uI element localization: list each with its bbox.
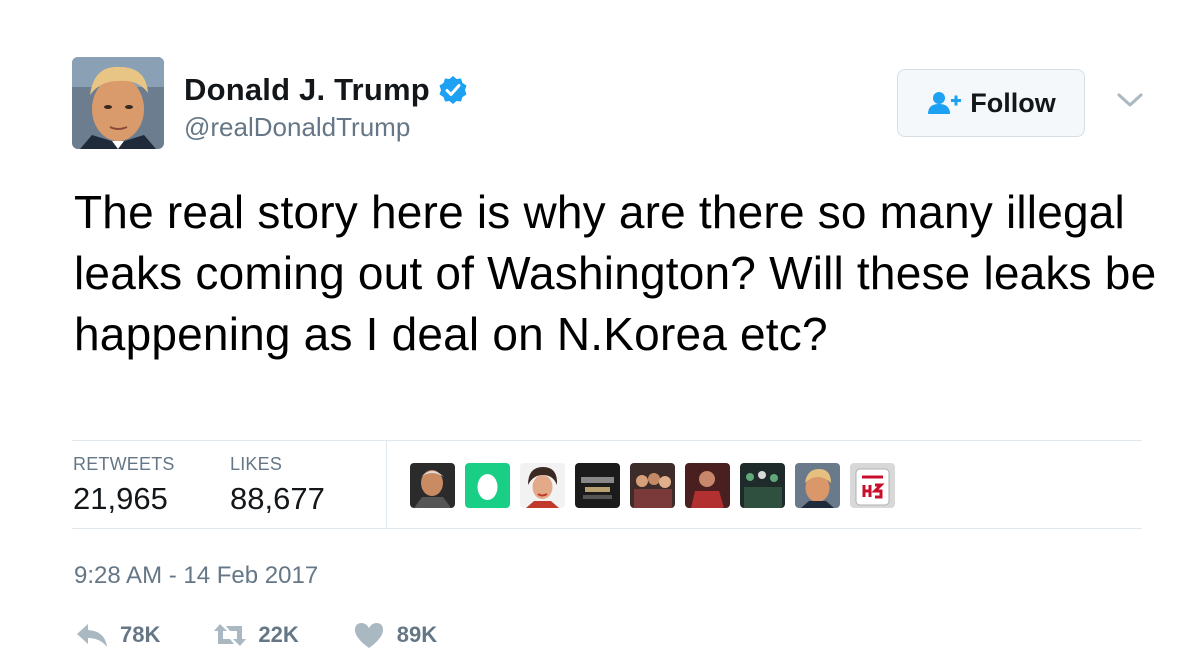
like-count: 89K: [396, 622, 438, 647]
liker-avatar-egg-icon: [465, 463, 510, 508]
liker-avatar[interactable]: [575, 463, 620, 508]
liker-avatar-5-icon: [630, 463, 675, 508]
author-display-name[interactable]: Donald J. Trump: [184, 72, 430, 108]
liker-avatar-bulls-45-icon: [850, 463, 895, 508]
liker-avatar-1-icon: [410, 463, 455, 508]
liker-avatar[interactable]: [795, 463, 840, 508]
reply-action[interactable]: 78K: [74, 620, 160, 650]
profile-photo-icon: [72, 57, 164, 149]
tweet-timestamp[interactable]: 9:28 AM - 14 Feb 2017: [74, 562, 318, 590]
author-name-row[interactable]: Donald J. Trump: [184, 72, 468, 108]
stats-divider-bottom: [72, 528, 1142, 529]
stats-divider-vertical: [386, 440, 387, 528]
retweet-icon: [214, 624, 247, 646]
reply-icon: [77, 624, 107, 647]
author-handle[interactable]: @realDonaldTrump: [184, 112, 410, 143]
follow-label: Follow: [970, 87, 1056, 118]
retweet-count: 22K: [258, 622, 299, 647]
retweets-value: 21,965: [73, 481, 168, 516]
like-action[interactable]: 89K: [351, 620, 437, 650]
chevron-down-icon[interactable]: [1116, 90, 1144, 110]
reply-count: 78K: [120, 622, 161, 647]
verified-badge-icon: [439, 76, 467, 104]
tweet-actions: 78K 22K 89K: [74, 620, 489, 650]
tweet-text: The real story here is why are there so …: [74, 186, 1157, 360]
heart-icon: [354, 623, 383, 648]
liker-avatar-4-icon: [575, 463, 620, 508]
likes-stat[interactable]: LIKES 88,677: [230, 454, 325, 517]
retweets-label: RETWEETS: [73, 454, 175, 474]
liker-avatar[interactable]: [520, 463, 565, 508]
liker-avatar-8-icon: [795, 463, 840, 508]
liker-avatar[interactable]: [410, 463, 455, 508]
liker-avatar-6-icon: [685, 463, 730, 508]
likers-avatars: [410, 463, 905, 508]
liker-avatar-3-icon: [520, 463, 565, 508]
tweet-card: Donald J. Trump @realDonaldTrump Follow …: [0, 0, 1200, 670]
author-avatar[interactable]: [72, 57, 164, 149]
add-user-icon: [928, 92, 962, 114]
liker-avatar[interactable]: [465, 463, 510, 508]
liker-avatar[interactable]: [850, 463, 895, 508]
retweets-stat[interactable]: RETWEETS 21,965: [73, 454, 175, 517]
liker-avatar[interactable]: [685, 463, 730, 508]
liker-avatar-7-icon: [740, 463, 785, 508]
stats-divider-top: [72, 440, 1142, 441]
likes-value: 88,677: [230, 481, 325, 516]
liker-avatar[interactable]: [740, 463, 785, 508]
follow-button[interactable]: Follow: [897, 69, 1085, 137]
likes-label: LIKES: [230, 454, 283, 474]
retweet-action[interactable]: 22K: [212, 620, 299, 650]
liker-avatar[interactable]: [630, 463, 675, 508]
